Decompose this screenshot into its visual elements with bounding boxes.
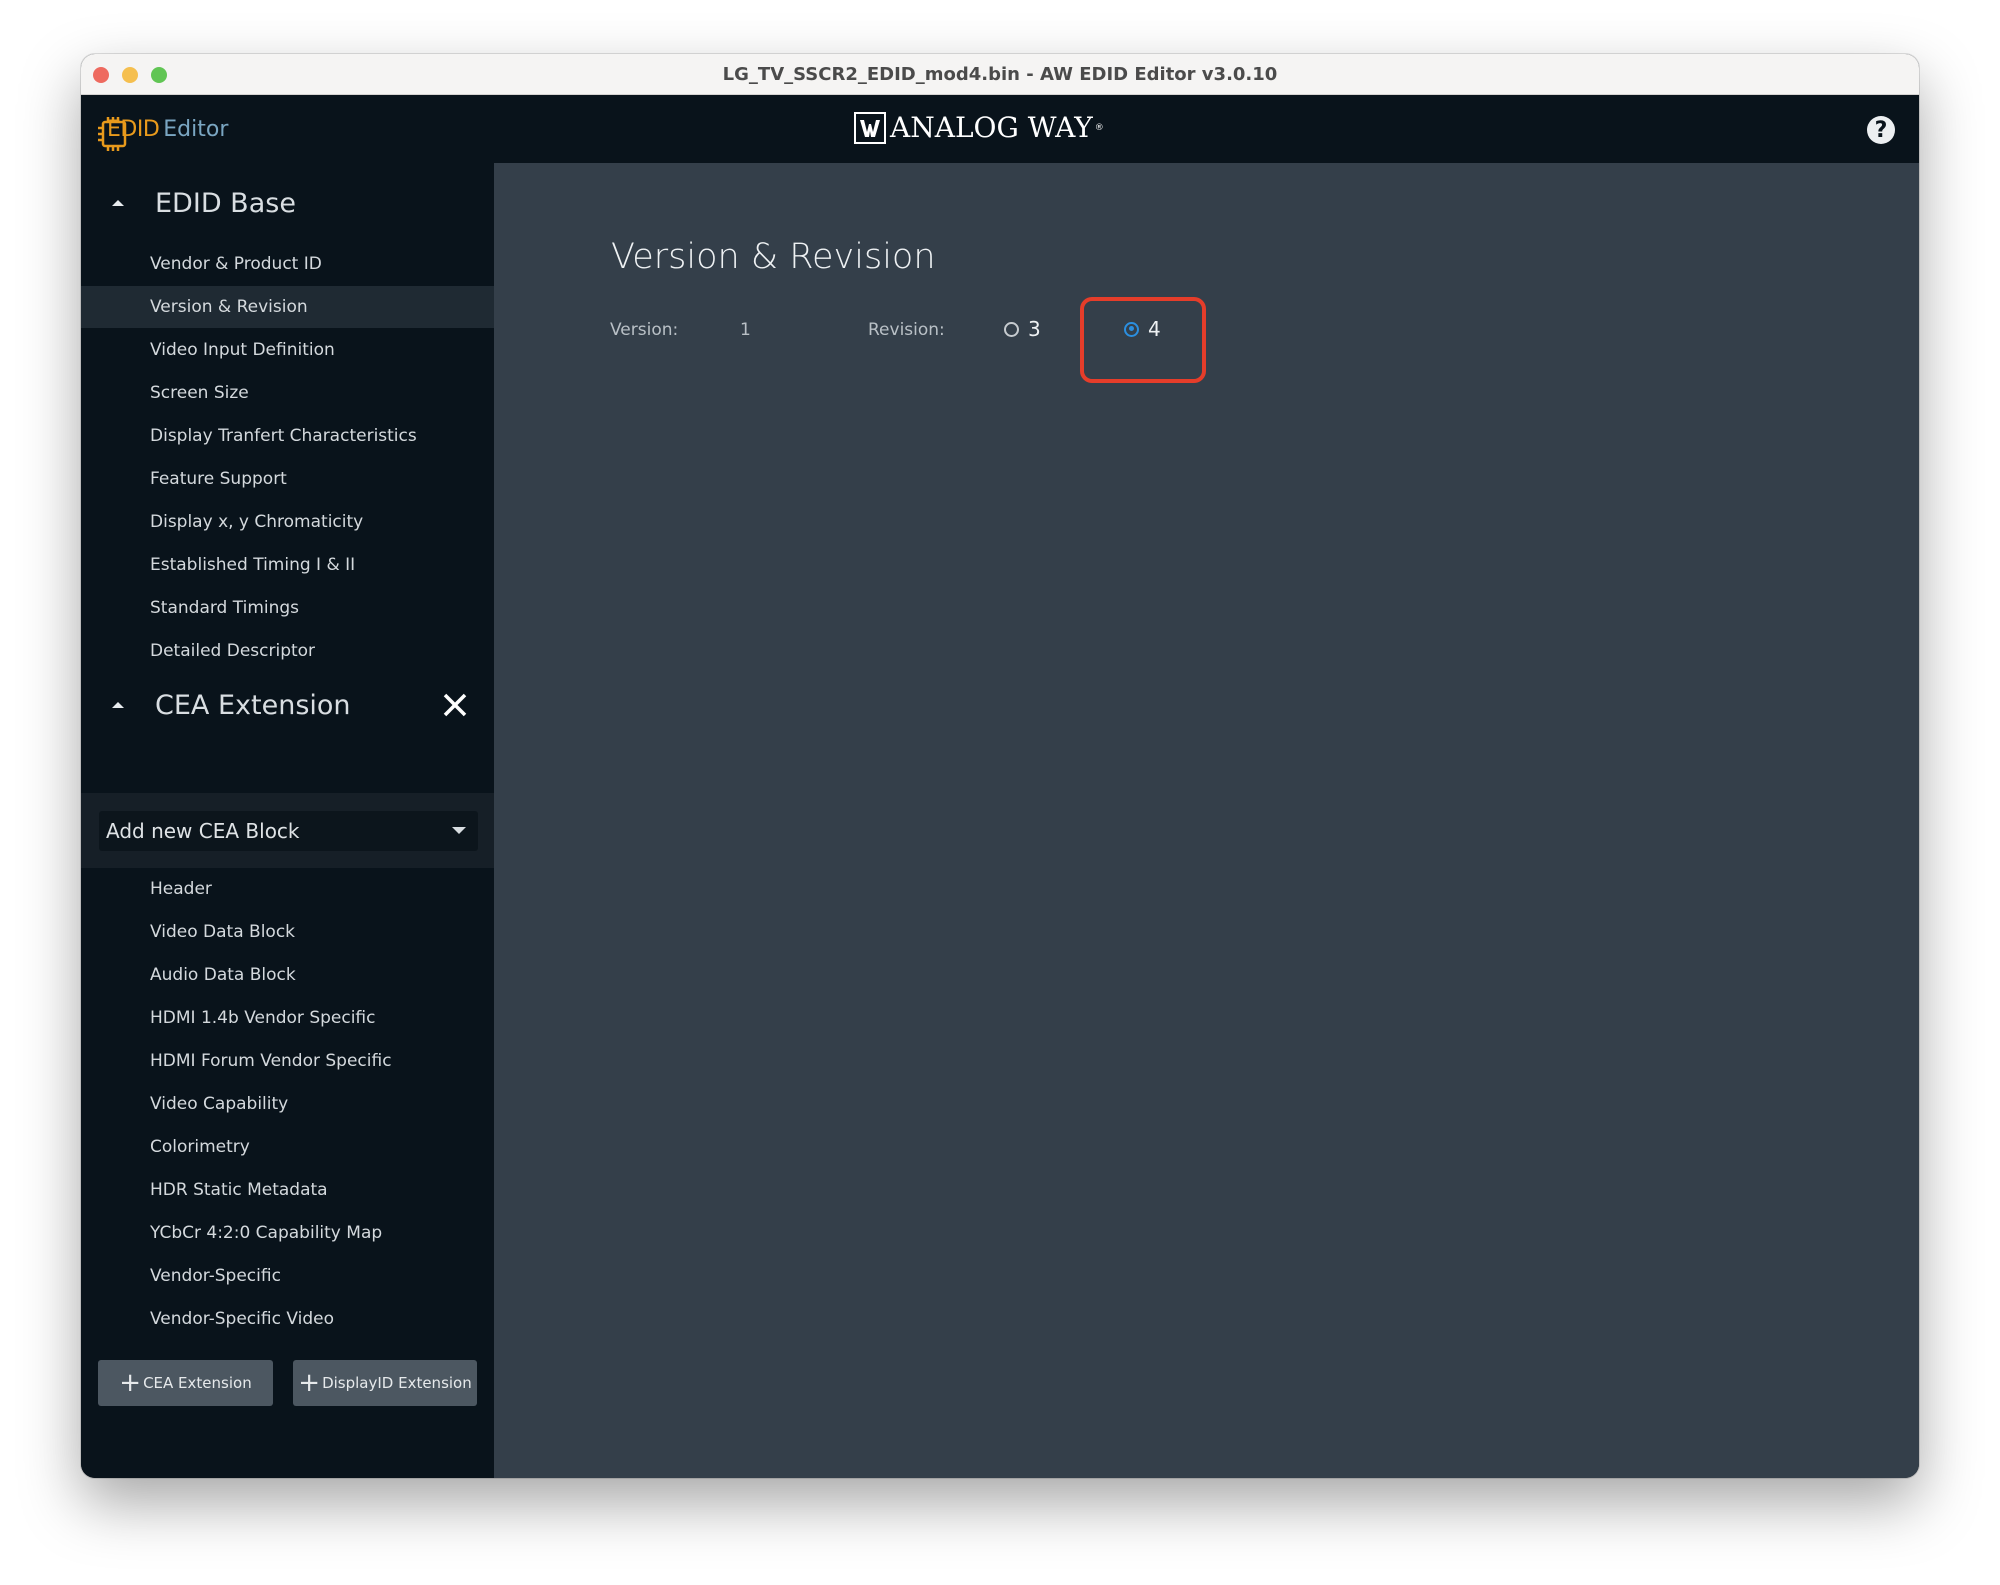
- sidebar-item-label: Video Capability: [150, 1094, 289, 1114]
- radio-checked-icon[interactable]: [1124, 321, 1139, 337]
- close-icon: [443, 693, 467, 717]
- section-title-cea-extension: CEA Extension: [155, 689, 351, 721]
- sidebar-item-label: HDMI 1.4b Vendor Specific: [150, 1008, 376, 1028]
- add-cea-extension-label: CEA Extension: [143, 1374, 252, 1392]
- sidebar-item-label: Feature Support: [150, 469, 287, 489]
- sidebar-item-standard-timings[interactable]: Standard Timings: [81, 587, 494, 629]
- sidebar-item-label: Version & Revision: [150, 297, 308, 317]
- sidebar-item-label: Screen Size: [150, 383, 249, 403]
- edid-editor-logo: EDID Editor: [97, 109, 229, 151]
- analog-way-logo: ANALOG WAY ®: [854, 111, 1104, 144]
- section-title-edid-base: EDID Base: [155, 187, 296, 219]
- sidebar-item-video-capability[interactable]: Video Capability: [81, 1083, 494, 1125]
- sidebar-item-vendor-specific-video[interactable]: Vendor-Specific Video: [81, 1298, 494, 1340]
- sidebar-item-label: Detailed Descriptor: [150, 641, 316, 661]
- plus-icon: +: [119, 1368, 142, 1398]
- remove-cea-extension-button[interactable]: [441, 691, 469, 719]
- app-window: LG_TV_SSCR2_EDID_mod4.bin - AW EDID Edit…: [81, 54, 1919, 1478]
- analog-way-mark-icon: [854, 111, 886, 144]
- logo-editor-text: Editor: [163, 116, 229, 142]
- sidebar-item-video-input-definition[interactable]: Video Input Definition: [81, 329, 494, 371]
- sidebar-item-label: Display x, y Chromaticity: [150, 512, 364, 532]
- registered-mark: ®: [1094, 122, 1104, 133]
- add-cea-block-select[interactable]: Add new CEA Block: [99, 811, 478, 851]
- title-bar: LG_TV_SSCR2_EDID_mod4.bin - AW EDID Edit…: [81, 54, 1919, 95]
- sidebar-item-hdr-static-metadata[interactable]: HDR Static Metadata: [81, 1169, 494, 1211]
- add-displayid-extension-label: DisplayID Extension: [322, 1374, 472, 1392]
- sidebar: EDID Base Vendor & Product ID Version & …: [81, 163, 494, 1478]
- sidebar-item-label: Standard Timings: [150, 598, 300, 618]
- sidebar-item-label: Established Timing I & II: [150, 555, 356, 575]
- sidebar-item-established-timing[interactable]: Established Timing I & II: [81, 544, 494, 586]
- version-label: Version:: [610, 320, 679, 340]
- page-title: Version & Revision: [611, 237, 936, 277]
- add-displayid-extension-button[interactable]: + DisplayID Extension: [293, 1360, 477, 1406]
- plus-icon: +: [298, 1368, 321, 1398]
- sidebar-item-cea-header[interactable]: Header: [81, 868, 494, 910]
- version-value: 1: [740, 320, 751, 340]
- sidebar-item-ycbcr-420-capability-map[interactable]: YCbCr 4:2:0 Capability Map: [81, 1212, 494, 1254]
- add-cea-block-area: Add new CEA Block: [81, 793, 494, 868]
- brand-name: ANALOG WAY: [890, 111, 1093, 144]
- add-cea-block-label: Add new CEA Block: [106, 819, 300, 843]
- sidebar-item-colorimetry[interactable]: Colorimetry: [81, 1126, 494, 1168]
- sidebar-item-audio-data-block[interactable]: Audio Data Block: [81, 954, 494, 996]
- sidebar-item-label: Header: [150, 879, 212, 899]
- caret-up-icon[interactable]: [112, 702, 124, 708]
- revision-option-label: 4: [1148, 317, 1161, 341]
- caret-up-icon[interactable]: [112, 200, 124, 206]
- sidebar-item-version-revision[interactable]: Version & Revision: [81, 286, 494, 328]
- help-button[interactable]: ?: [1867, 116, 1895, 144]
- sidebar-item-feature-support[interactable]: Feature Support: [81, 458, 494, 500]
- sidebar-item-hdmi-forum-vendor-specific[interactable]: HDMI Forum Vendor Specific: [81, 1040, 494, 1082]
- sidebar-item-label: Video Input Definition: [150, 340, 335, 360]
- sidebar-item-label: YCbCr 4:2:0 Capability Map: [150, 1223, 383, 1243]
- sidebar-item-display-transfer-characteristics[interactable]: Display Tranfert Characteristics: [81, 415, 494, 457]
- main-panel: Version & Revision Version: 1 Revision: …: [494, 163, 1919, 1478]
- radio-unchecked-icon[interactable]: [1004, 321, 1019, 337]
- revision-radio-3[interactable]: 3: [1004, 317, 1041, 341]
- sidebar-item-hdmi-14b-vendor-specific[interactable]: HDMI 1.4b Vendor Specific: [81, 997, 494, 1039]
- revision-option-label: 3: [1028, 317, 1041, 341]
- sidebar-item-label: Vendor-Specific: [150, 1266, 281, 1286]
- sidebar-item-label: HDMI Forum Vendor Specific: [150, 1051, 392, 1071]
- sidebar-item-label: Display Tranfert Characteristics: [150, 426, 417, 446]
- app-header: EDID Editor ANALOG WAY ® ?: [81, 95, 1919, 163]
- help-icon: ?: [1874, 117, 1888, 143]
- sidebar-item-label: Video Data Block: [150, 922, 296, 942]
- section-edid-base[interactable]: EDID Base: [81, 177, 494, 229]
- sidebar-item-label: Colorimetry: [150, 1137, 250, 1157]
- sidebar-item-vendor-specific[interactable]: Vendor-Specific: [81, 1255, 494, 1297]
- chevron-down-icon: [452, 827, 466, 834]
- sidebar-item-label: Audio Data Block: [150, 965, 296, 985]
- revision-radio-4[interactable]: 4: [1124, 317, 1161, 341]
- sidebar-item-vendor-product-id[interactable]: Vendor & Product ID: [81, 243, 494, 285]
- sidebar-item-label: Vendor & Product ID: [150, 254, 322, 274]
- revision-label: Revision:: [868, 320, 945, 340]
- sidebar-item-label: HDR Static Metadata: [150, 1180, 328, 1200]
- sidebar-item-chromaticity[interactable]: Display x, y Chromaticity: [81, 501, 494, 543]
- add-cea-extension-button[interactable]: + CEA Extension: [98, 1360, 273, 1406]
- sidebar-item-video-data-block[interactable]: Video Data Block: [81, 911, 494, 953]
- window-title: LG_TV_SSCR2_EDID_mod4.bin - AW EDID Edit…: [722, 64, 1278, 85]
- sidebar-item-screen-size[interactable]: Screen Size: [81, 372, 494, 414]
- section-cea-extension[interactable]: CEA Extension: [81, 679, 494, 731]
- chip-icon: [97, 114, 127, 151]
- sidebar-item-label: Vendor-Specific Video: [150, 1309, 334, 1329]
- sidebar-item-detailed-descriptor[interactable]: Detailed Descriptor: [81, 630, 494, 672]
